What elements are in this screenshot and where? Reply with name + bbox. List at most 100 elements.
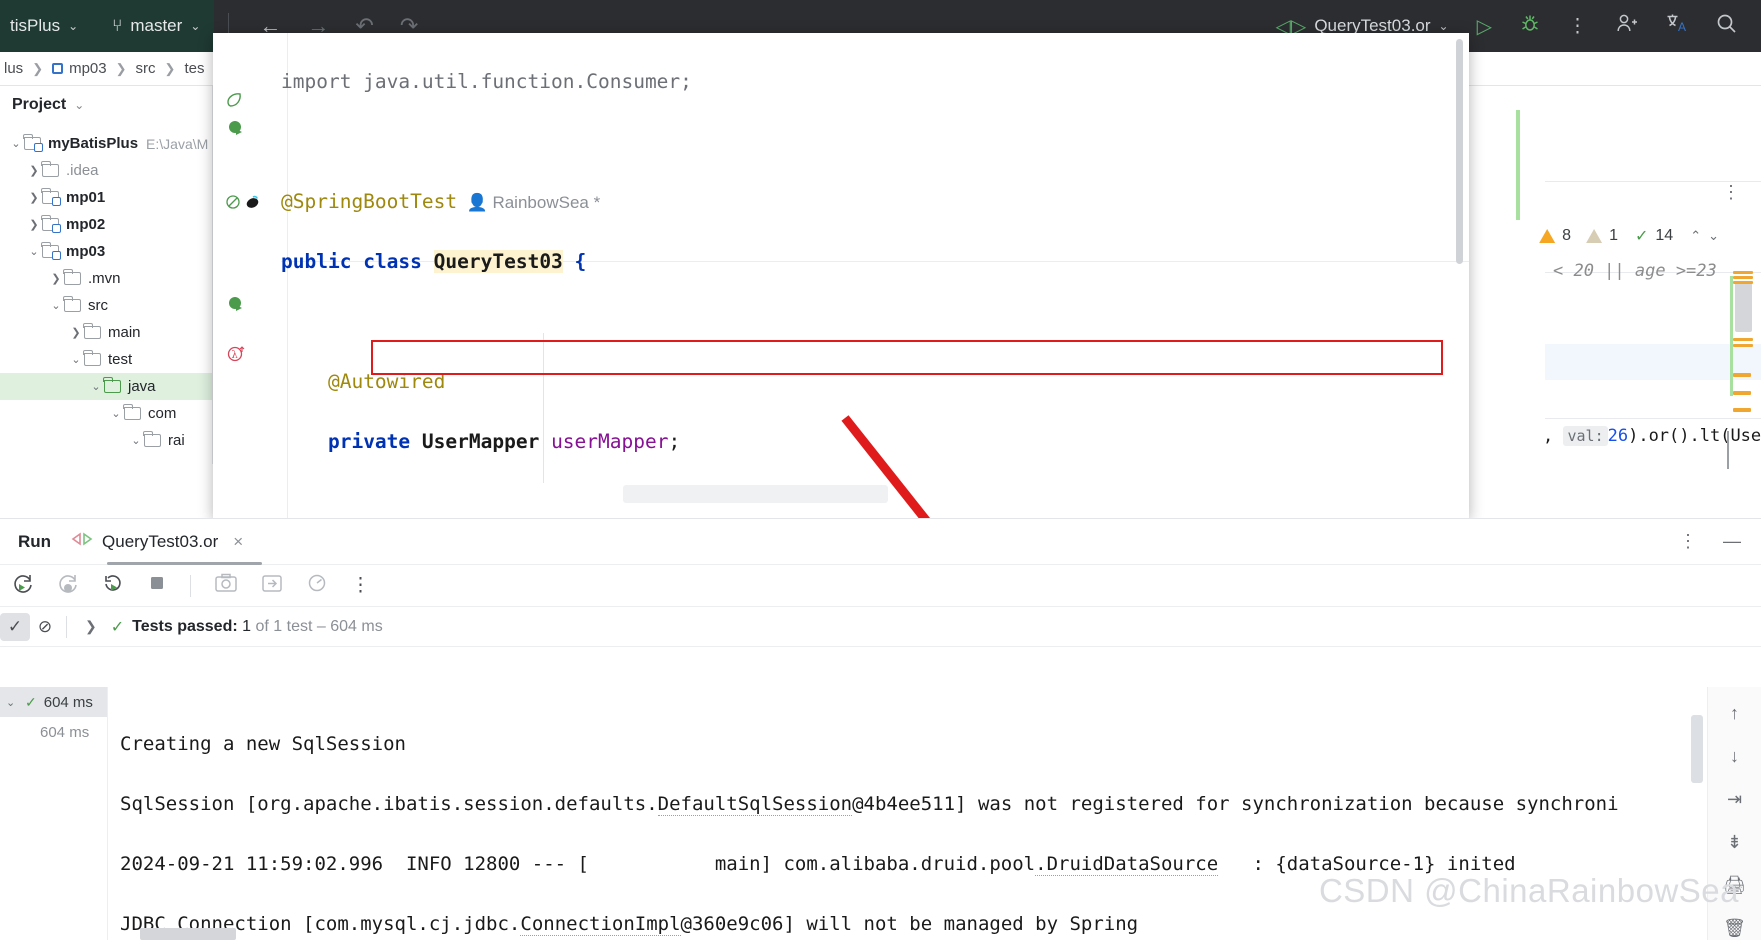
tree-node-src[interactable]: ⌄ src [0,292,212,319]
run-tab-label: QueryTest03.or [102,531,219,551]
tree-node-label: .mvn [88,270,121,287]
code-fold-placeholder[interactable] [623,485,888,503]
tree-node-mp03[interactable]: ⌄ mp03 [0,238,212,265]
chevron-right-icon: ❯ [32,60,44,76]
lambda-gutter-icon[interactable]: λ [227,345,247,368]
project-panel-header[interactable]: Project ⌄ [0,86,212,124]
tree-node-mp01[interactable]: ❯ mp01 [0,184,212,211]
expand-arrow-icon[interactable]: ❯ [68,326,84,339]
expand-arrow-icon[interactable]: ⌄ [26,245,42,258]
expand-arrow-icon[interactable]: ❯ [85,618,97,635]
tests-total-text: of 1 test [255,617,313,635]
scroll-to-end-icon[interactable]: ⇟ [1727,832,1742,853]
translate-icon[interactable]: A [1666,13,1688,39]
user-plus-icon[interactable] [1616,13,1638,40]
highlighted-line [1545,344,1761,380]
branch-selector[interactable]: ⑂ master ⌄ [112,16,200,36]
project-name: tisPlus [10,16,61,35]
test-tree-row-child[interactable]: 604 ms [0,717,107,747]
tests-duration: 604 ms [330,617,383,635]
run-tab[interactable]: QueryTest03.or × [63,519,263,565]
expand-arrow-icon[interactable]: ❯ [26,191,42,204]
title-bar-left-group: tisPlus ⌄ ⑂ master ⌄ [0,0,215,52]
debug-icon[interactable] [1520,14,1540,39]
scroll-down-icon[interactable]: ↓ [1730,746,1739,767]
tree-node-mvn[interactable]: ❯ .mvn [0,265,212,292]
profile-icon [306,573,328,599]
tree-node-idea[interactable]: ❯ .idea [0,157,212,184]
tree-node-rai[interactable]: ⌄ rai [0,427,212,454]
floating-code-editor: λ import java.util.function.Consumer; @S… [213,33,1473,933]
expand-arrow-icon[interactable]: ❯ [26,218,42,231]
tree-node-mp02[interactable]: ❯ mp02 [0,211,212,238]
module-folder-icon [41,242,61,260]
more-options-icon[interactable]: ⋮ [1679,531,1697,552]
expand-arrow-icon[interactable]: ⌄ [128,434,144,447]
scroll-up-icon[interactable]: ↑ [1730,703,1739,724]
editor-divider [1545,418,1761,419]
tree-node-main[interactable]: ❯ main [0,319,212,346]
test-tree-row-root[interactable]: ⌄ ✓ 604 ms [0,687,107,717]
show-passed-toggle[interactable]: ✓ [0,612,30,641]
warning-count: 1 [1609,227,1618,244]
tree-node-mybatisplus[interactable]: ⌄ myBatisPlus E:\Java\M [0,130,212,157]
prev-problem-icon[interactable]: ⌃ [1690,228,1701,244]
breadcrumb-item-3[interactable]: tes [184,60,204,77]
code-author-annotation: 👤 [457,193,493,212]
tree-node-java[interactable]: ⌄ java [0,373,212,400]
breadcrumb-item-2[interactable]: src [136,60,156,77]
folder-icon [63,296,81,312]
svg-text:λ: λ [232,350,239,361]
rerun-icon[interactable] [12,572,34,600]
run-button[interactable]: ▷ [1477,14,1492,39]
next-problem-icon[interactable]: ⌄ [1708,228,1719,244]
editor-scrollbar-thumb[interactable] [1735,282,1752,332]
spring-bean-icon[interactable] [225,91,243,114]
editor-gutter[interactable]: λ [213,33,288,518]
expand-arrow-icon[interactable]: ❯ [48,272,64,285]
breadcrumb-item-0[interactable]: lus [4,60,23,77]
show-ignored-toggle[interactable]: ⊘ [30,613,60,641]
project-tree: ⌄ myBatisPlus E:\Java\M ❯ .idea ❯ mp01 ❯… [0,124,212,454]
bean-navigation-icon[interactable] [225,193,243,216]
inspection-widget[interactable]: 8 1 ✓ 14 ⌃ ⌄ [1539,226,1719,246]
chevron-down-icon[interactable]: ⌄ [6,696,18,709]
code-line-7: private UserMapper userMapper; [327,430,681,453]
run-toolbar: ⋮ [0,565,1761,607]
expand-arrow-icon[interactable]: ⌄ [88,380,104,393]
check-icon: ✓ [25,693,37,710]
run-test-gutter-icon[interactable] [227,119,245,142]
run-method-gutter-icon[interactable] [227,295,245,318]
module-folder-icon [41,188,61,206]
active-tab-indicator [107,561,263,565]
popup-scrollbar-thumb[interactable] [1456,39,1463,264]
tree-node-label: src [88,297,108,314]
soft-wrap-icon[interactable]: ⇥ [1727,789,1742,810]
expand-arrow-icon[interactable]: ❯ [26,164,42,177]
tree-node-test[interactable]: ⌄ test [0,346,212,373]
code-content[interactable]: import java.util.function.Consumer; @Spr… [281,33,1473,933]
project-selector[interactable]: tisPlus ⌄ [10,16,78,36]
close-icon[interactable]: × [233,532,243,552]
horizontal-scrollbar-thumb[interactable] [140,928,236,940]
tree-node-com[interactable]: ⌄ com [0,400,212,427]
divider [66,615,67,638]
chevron-right-icon: ❯ [115,60,127,76]
search-icon[interactable] [1716,13,1737,40]
tests-tree: ⌄ ✓ 604 ms 604 ms [0,687,108,940]
expand-arrow-icon[interactable]: ⌄ [48,299,64,312]
breadcrumb-item-1[interactable]: mp03 [52,60,107,77]
rerun-automatically-icon[interactable] [102,572,124,600]
console-scrollbar-thumb[interactable] [1691,715,1703,783]
expand-arrow-icon[interactable]: ⌄ [68,353,84,366]
clear-all-icon[interactable]: 🗑 [1723,918,1746,939]
editor-more-icon[interactable]: ⋮ [1722,182,1741,203]
stop-icon[interactable] [147,573,167,599]
more-actions-icon[interactable]: ⋮ [1568,15,1588,38]
expand-arrow-icon[interactable]: ⌄ [8,137,24,150]
minimize-icon[interactable]: — [1723,531,1741,552]
more-icon[interactable]: ⋮ [351,574,370,597]
coffee-bean-icon[interactable] [244,193,262,216]
expand-arrow-icon[interactable]: ⌄ [108,407,124,420]
chevron-down-icon[interactable]: ⌄ [74,98,84,112]
